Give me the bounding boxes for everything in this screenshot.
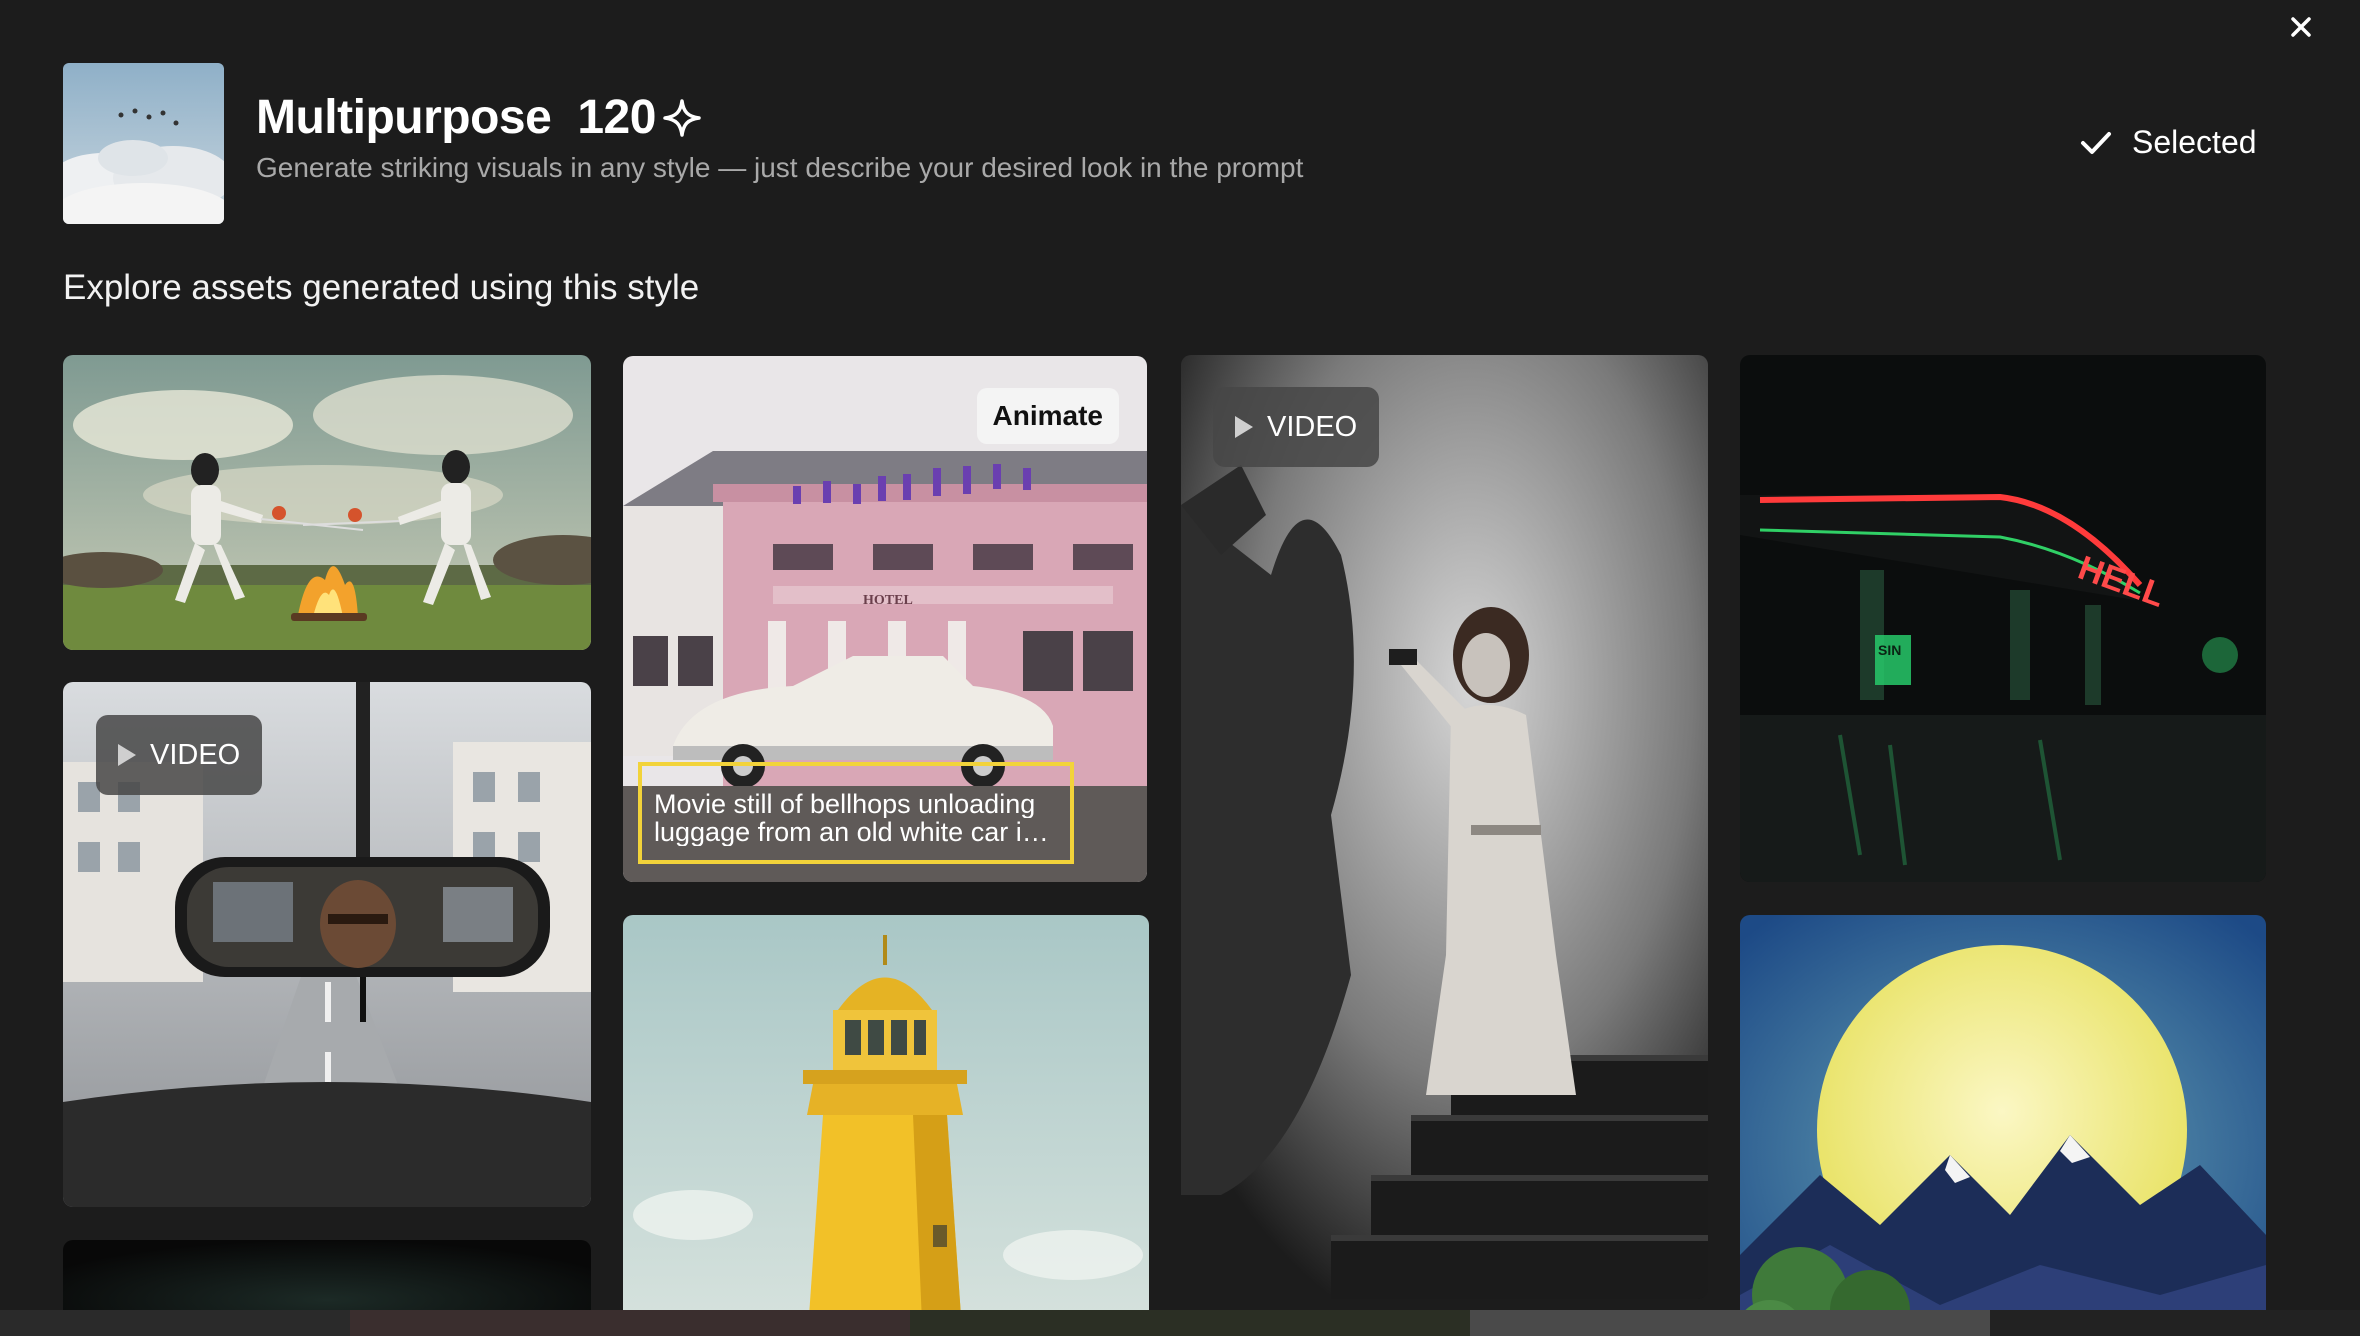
asset-card-pink-hotel[interactable]: HOTEL Animate Movie still of bellhops un… bbox=[623, 356, 1147, 882]
video-badge-label: VIDEO bbox=[1267, 410, 1358, 443]
credit-cost: 120 bbox=[577, 90, 702, 145]
asset-card-dark-partial[interactable] bbox=[63, 1240, 591, 1310]
asset-card-neon-gas-station[interactable]: HELL SIN bbox=[1740, 355, 2266, 882]
video-badge-label: VIDEO bbox=[150, 738, 241, 771]
check-icon bbox=[2081, 131, 2111, 154]
video-badge: VIDEO bbox=[96, 715, 263, 795]
close-button[interactable] bbox=[2286, 12, 2316, 42]
play-icon bbox=[1235, 416, 1253, 438]
style-name: Multipurpose bbox=[256, 91, 552, 144]
style-title: Multipurpose 120 bbox=[256, 90, 702, 145]
asset-card-noir-woman[interactable]: VIDEO bbox=[1181, 355, 1708, 1299]
neon-sign-sin: SIN bbox=[1878, 642, 1901, 658]
asset-card-moon-mountains[interactable] bbox=[1740, 915, 2266, 1310]
caption-line-2: luggage from an old white car in... bbox=[654, 818, 1056, 846]
sparkle-icon bbox=[663, 98, 701, 137]
selected-status-button[interactable]: Selected bbox=[2080, 124, 2257, 161]
video-badge: VIDEO bbox=[1213, 387, 1380, 467]
asset-card-lighthouse[interactable] bbox=[623, 915, 1149, 1310]
asset-caption: Movie still of bellhops unloading luggag… bbox=[638, 762, 1074, 864]
selected-label: Selected bbox=[2132, 124, 2257, 160]
svg-text:HOTEL: HOTEL bbox=[863, 593, 913, 608]
credit-count: 120 bbox=[577, 91, 656, 144]
background-page-strip bbox=[0, 1310, 2360, 1336]
asset-card-fencers[interactable] bbox=[63, 355, 591, 650]
close-icon bbox=[2291, 17, 2311, 37]
asset-card-rearview-mirror[interactable]: VIDEO bbox=[63, 682, 591, 1207]
style-description: Generate striking visuals in any style —… bbox=[256, 152, 1304, 183]
style-thumbnail bbox=[63, 63, 224, 224]
animate-button[interactable]: Animate bbox=[976, 388, 1119, 444]
play-icon bbox=[118, 744, 136, 766]
style-detail-modal: Multipurpose 120 Generate striking visua… bbox=[0, 0, 2360, 1310]
caption-line-1: Movie still of bellhops unloading bbox=[654, 790, 1036, 818]
section-title: Explore assets generated using this styl… bbox=[63, 268, 700, 307]
